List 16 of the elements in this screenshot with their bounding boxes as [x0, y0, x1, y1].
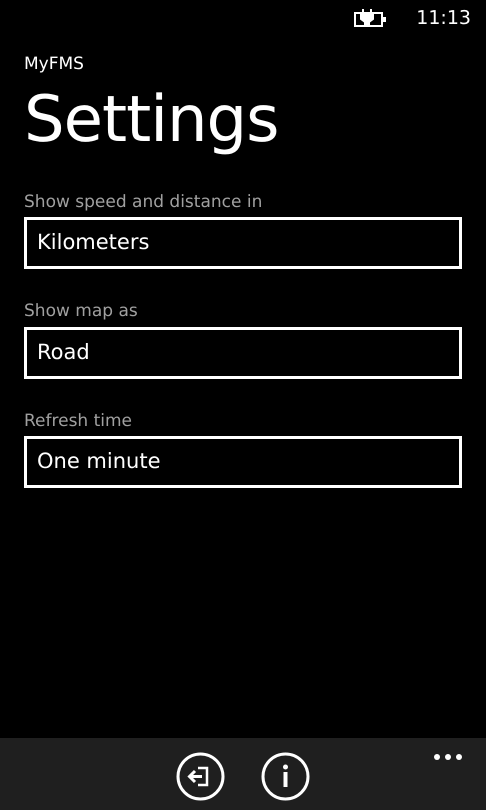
setting-label: Refresh time	[24, 410, 132, 432]
setting-label: Show map as	[24, 300, 138, 323]
battery-charging-icon	[354, 8, 388, 28]
more-button[interactable]	[433, 752, 463, 762]
info-icon	[261, 752, 310, 801]
info-button[interactable]	[261, 752, 310, 801]
exit-button[interactable]	[176, 752, 225, 801]
exit-icon	[176, 752, 225, 801]
app-title: MyFMS	[24, 53, 84, 76]
clock-time: 11:13	[416, 6, 471, 31]
setting-label: Show speed and distance in	[24, 190, 262, 214]
picker-field[interactable]: One minute	[24, 436, 462, 488]
picker-field[interactable]: Road	[24, 326, 462, 378]
page-title: Settings	[24, 82, 278, 158]
picker-field[interactable]: Kilometers	[24, 217, 462, 269]
more-icon	[433, 753, 463, 761]
